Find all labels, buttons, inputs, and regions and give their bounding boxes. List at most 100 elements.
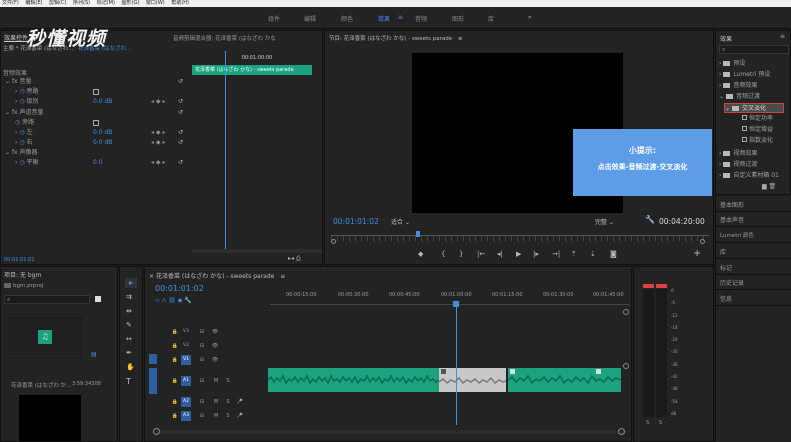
zoom-handle-right[interactable] xyxy=(700,239,705,244)
ripple-edit-icon[interactable]: ⇹ xyxy=(126,307,132,315)
add-button-icon[interactable]: + xyxy=(693,248,701,259)
panel-menu-icon[interactable]: ≡ xyxy=(780,33,785,40)
reset-icon[interactable]: ↺ xyxy=(178,128,183,137)
fit-dropdown[interactable]: 适合 ⌄ xyxy=(391,217,410,226)
eye-icon[interactable]: 👁 xyxy=(210,341,220,351)
step-forward-icon[interactable]: |▸ xyxy=(533,250,539,258)
keyframe-nav-icon[interactable]: ◂ ◆ ▸ xyxy=(151,97,165,106)
hand-tool-icon[interactable]: ✋ xyxy=(126,363,135,371)
timeline-timecode[interactable]: 00:01:01:02 xyxy=(155,284,204,293)
stopwatch-icon[interactable]: ◷ xyxy=(19,159,24,166)
pen-tool-icon[interactable]: ✒ xyxy=(126,349,132,357)
panel-menu-icon[interactable]: ≡ xyxy=(458,36,463,42)
scroll-handle[interactable] xyxy=(623,309,629,315)
solo-button[interactable]: S xyxy=(223,397,233,407)
tree-item-custom-bin[interactable]: › 自定义素材箱 01 xyxy=(719,171,779,181)
play-icon[interactable]: ▶ xyxy=(516,250,521,258)
mute-button[interactable]: M xyxy=(211,376,221,386)
track-label-v1[interactable]: V1 xyxy=(181,355,191,365)
solo-button[interactable]: S xyxy=(223,376,233,386)
zoom-handle-right[interactable] xyxy=(618,428,625,435)
workspace-graphics[interactable]: 图形 xyxy=(452,14,464,23)
workspace-libraries[interactable]: 库 xyxy=(488,14,494,23)
project-title[interactable]: 项目: 无 bgm xyxy=(4,270,41,279)
audio-clip-3[interactable] xyxy=(508,368,621,392)
close-icon[interactable]: × xyxy=(149,273,154,280)
lock-icon[interactable]: 🔒 xyxy=(170,376,180,386)
panel-essential-sound[interactable]: 基本声音 xyxy=(720,215,744,224)
type-tool-icon[interactable]: T xyxy=(126,377,131,386)
right-value[interactable]: 0.0 dB xyxy=(93,138,112,147)
program-ruler[interactable] xyxy=(331,235,709,241)
clip-thumbnail-2[interactable] xyxy=(19,395,81,441)
track-label-a3[interactable]: A3 xyxy=(181,411,191,421)
tree-item-constant-gain[interactable]: 恒定增益 xyxy=(742,125,773,135)
project-item-name[interactable]: 花泽香菜 (はなざわ か... xyxy=(11,381,71,389)
volume-row[interactable]: ⌄ fx 音量 xyxy=(5,77,32,86)
reset-icon[interactable]: ↺ xyxy=(178,97,183,106)
tree-item-crossfade[interactable]: ⌄ 交叉淡化 xyxy=(724,103,784,113)
clip-bar[interactable]: 花泽香菜 (はなざわ かな) - sweets parade xyxy=(192,65,312,75)
solo-left-button[interactable]: S xyxy=(646,420,649,426)
reset-icon[interactable]: ↺ xyxy=(178,138,183,147)
keyframe-nav-icon[interactable]: ◂ ◆ ▸ xyxy=(151,158,165,167)
sequence-tab[interactable]: 花泽香菜 (はなざわ かな) - sweets parade xyxy=(156,273,274,280)
panel-history[interactable]: 历史记录 xyxy=(720,278,744,287)
quality-dropdown[interactable]: 完整 ⌄ xyxy=(595,217,614,226)
scroll-handle[interactable] xyxy=(623,363,629,369)
effects-footer-icons[interactable]: ▆ 🗑 xyxy=(762,183,776,190)
panel-lumetri-color[interactable]: Lumetri 颜色 xyxy=(720,231,754,239)
program-title[interactable]: 节目: 花泽香菜 (はなざわ かな) - sweets parade xyxy=(329,36,452,42)
menu-edit[interactable]: 编辑(E) xyxy=(25,0,42,6)
timeline-playhead[interactable] xyxy=(456,305,457,425)
panel-info[interactable]: 信息 xyxy=(720,294,732,303)
sync-lock-icon[interactable]: ⊟ xyxy=(197,397,207,407)
tree-item-constant-power[interactable]: 恒定功率 xyxy=(742,114,773,124)
track-select-icon[interactable]: ⇉ xyxy=(126,293,132,301)
ec-footer-icons[interactable]: ▸◂ ⎙ xyxy=(288,255,301,263)
program-playhead[interactable] xyxy=(416,231,420,237)
menu-file[interactable]: 文件(F) xyxy=(2,0,19,6)
tree-item-video-effects[interactable]: › 视频效果 xyxy=(719,149,757,159)
stopwatch-icon[interactable]: ◷ xyxy=(19,129,24,136)
lock-icon[interactable]: 🔒 xyxy=(170,327,180,337)
razor-icon[interactable]: ✎ xyxy=(126,321,132,329)
source-patch-a1[interactable] xyxy=(149,368,157,394)
reset-icon[interactable]: ↺ xyxy=(178,77,183,86)
sync-lock-icon[interactable]: ⊟ xyxy=(197,327,207,337)
stopwatch-icon[interactable]: ◷ xyxy=(19,98,24,105)
bypass-checkbox[interactable] xyxy=(93,89,99,95)
new-bin-icon[interactable] xyxy=(95,296,101,302)
audio-clip-1[interactable] xyxy=(268,368,439,392)
menu-graphics[interactable]: 图形(G) xyxy=(122,0,140,6)
lock-icon[interactable]: 🔒 xyxy=(170,341,180,351)
panel-menu-icon[interactable]: ≡ xyxy=(280,273,285,280)
workspace-color[interactable]: 颜色 xyxy=(341,14,353,23)
export-frame-icon[interactable]: ◙ xyxy=(610,250,617,258)
tree-item-lumetri-presets[interactable]: › Lumetri 预设 xyxy=(719,70,770,80)
tab-effect-controls[interactable]: 效果控件 xyxy=(4,33,28,42)
microphone-icon[interactable]: 🎤 xyxy=(235,397,245,407)
workspace-effects[interactable]: 效果 xyxy=(378,14,390,23)
clip-indicator-left[interactable] xyxy=(643,284,654,288)
timeline-tool-icons[interactable]: ⊹ ∩ ⛓ ◆ 🔧 xyxy=(155,297,192,304)
menu-clip[interactable]: 剪辑(C) xyxy=(49,0,66,6)
panel-libraries[interactable]: 库 xyxy=(720,247,726,256)
menu-help[interactable]: 帮助(H) xyxy=(171,0,189,6)
mark-in-icon[interactable]: { xyxy=(441,250,445,258)
step-back-icon[interactable]: ◂| xyxy=(497,250,503,258)
track-label-v3[interactable]: V3 xyxy=(181,327,191,337)
selection-tool-icon[interactable]: ▸ xyxy=(125,278,137,288)
ec-playhead[interactable] xyxy=(225,51,226,251)
effects-search-input[interactable]: ⌕ xyxy=(719,45,789,54)
track-label-a2[interactable]: A2 xyxy=(181,397,191,407)
balance-value[interactable]: 0.0 xyxy=(93,158,103,167)
mute-button[interactable]: M xyxy=(211,397,221,407)
workspace-audio[interactable]: 音频 xyxy=(415,14,427,23)
workspace-editing[interactable]: 编辑 xyxy=(304,14,316,23)
tree-item-audio-effects[interactable]: › 音频效果 xyxy=(719,81,757,91)
channel-volume-row[interactable]: ⌄ fx 声道音量 xyxy=(5,108,44,117)
sync-lock-icon[interactable]: ⊟ xyxy=(197,376,207,386)
keyframe-nav-icon[interactable]: ◂ ◆ ▸ xyxy=(151,138,165,147)
panel-markers[interactable]: 标记 xyxy=(720,263,732,272)
